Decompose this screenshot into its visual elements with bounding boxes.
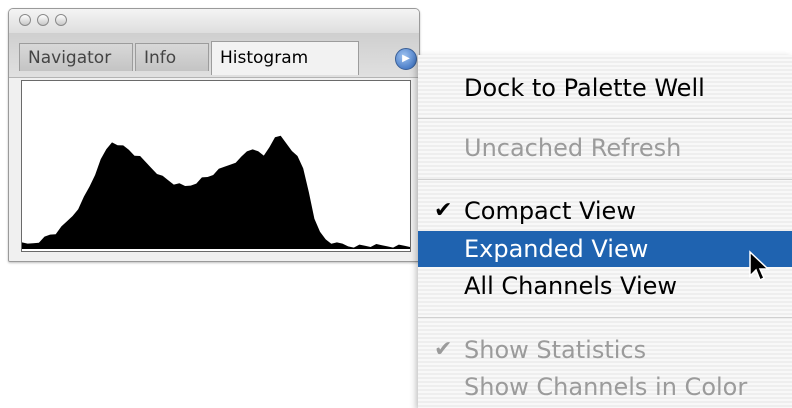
histogram-palette: Navigator Info Histogram ▶ bbox=[8, 8, 420, 262]
menu-item-label: All Channels View bbox=[464, 272, 677, 300]
triangle-right-icon: ▶ bbox=[402, 53, 410, 64]
palette-tab-row: Navigator Info Histogram ▶ bbox=[9, 33, 419, 78]
menu-item-uncached-refresh: Uncached Refresh bbox=[418, 130, 792, 166]
palette-menu-button[interactable]: ▶ bbox=[395, 48, 417, 70]
menu-item-show-statistics: ✔ Show Statistics bbox=[418, 332, 792, 368]
menu-item-show-channels-in-color: Show Channels in Color bbox=[418, 369, 792, 405]
menu-item-label: Dock to Palette Well bbox=[464, 74, 705, 102]
menu-separator bbox=[418, 179, 792, 180]
menu-item-compact-view[interactable]: ✔ Compact View bbox=[418, 193, 792, 229]
checkmark-icon: ✔ bbox=[434, 337, 453, 362]
tab-label: Info bbox=[144, 48, 177, 68]
menu-separator bbox=[418, 118, 792, 119]
histogram-display bbox=[21, 80, 411, 252]
menu-item-expanded-view[interactable]: Expanded View bbox=[418, 231, 792, 267]
histogram-graph bbox=[22, 135, 410, 249]
menu-item-dock-to-palette-well[interactable]: Dock to Palette Well bbox=[418, 70, 792, 106]
histogram-shape bbox=[22, 135, 410, 249]
checkmark-icon: ✔ bbox=[434, 198, 453, 223]
menu-separator bbox=[418, 317, 792, 318]
menu-item-label: Compact View bbox=[464, 197, 636, 225]
tab-label: Navigator bbox=[28, 48, 112, 68]
menu-item-all-channels-view[interactable]: All Channels View bbox=[418, 268, 792, 304]
menu-item-label: Expanded View bbox=[464, 235, 649, 263]
zoom-window-button[interactable] bbox=[55, 14, 67, 26]
tab-label: Histogram bbox=[220, 48, 309, 68]
mouse-pointer-icon bbox=[749, 250, 770, 282]
tab-info[interactable]: Info bbox=[135, 43, 209, 71]
close-window-button[interactable] bbox=[19, 14, 31, 26]
menu-item-label: Uncached Refresh bbox=[464, 134, 682, 162]
tab-navigator[interactable]: Navigator bbox=[19, 43, 133, 71]
tab-histogram[interactable]: Histogram bbox=[211, 41, 359, 75]
menu-item-label: Show Statistics bbox=[464, 336, 647, 364]
minimize-window-button[interactable] bbox=[37, 14, 49, 26]
menu-item-label: Show Channels in Color bbox=[464, 373, 748, 401]
histogram-flyout-menu: Dock to Palette Well Uncached Refresh ✔ … bbox=[418, 55, 792, 408]
palette-body bbox=[9, 78, 419, 261]
palette-titlebar[interactable] bbox=[9, 9, 419, 33]
